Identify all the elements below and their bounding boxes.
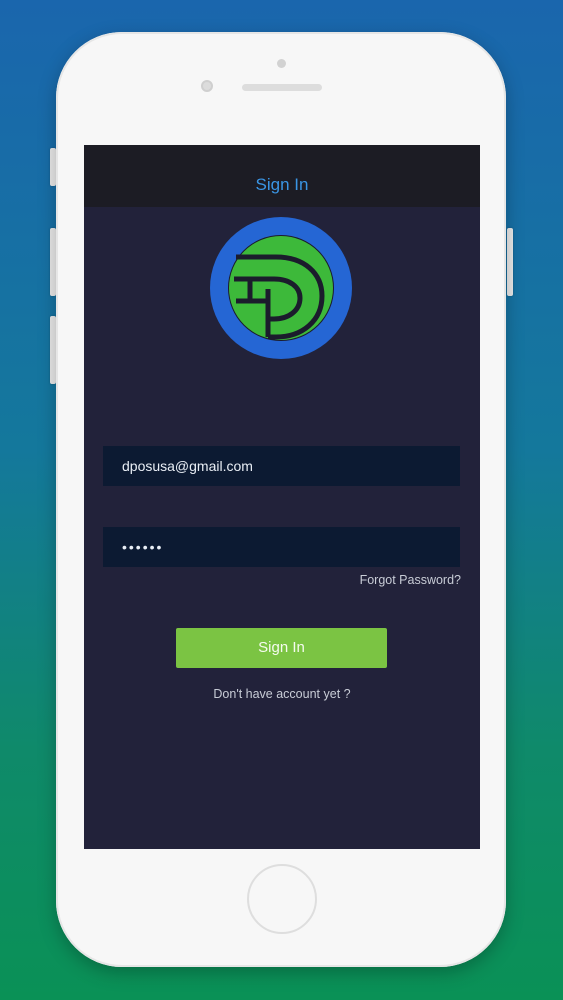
front-camera-icon	[201, 80, 213, 92]
no-account-link[interactable]: Don't have account yet ?	[84, 687, 480, 701]
page-title: Sign In	[255, 175, 309, 194]
power-button	[507, 228, 513, 296]
app-screen: Sign In dposusa@gmail.com •••••• Forgot …	[84, 145, 480, 849]
sign-in-button[interactable]: Sign In	[176, 628, 387, 668]
password-field[interactable]: ••••••	[103, 527, 460, 567]
forgot-password-link[interactable]: Forgot Password?	[360, 573, 461, 587]
proximity-sensor	[277, 59, 286, 68]
phone-frame: Sign In dposusa@gmail.com •••••• Forgot …	[56, 32, 506, 967]
navigation-bar: Sign In	[84, 145, 480, 207]
home-button	[247, 864, 317, 934]
email-field[interactable]: dposusa@gmail.com	[103, 446, 460, 486]
earpiece-speaker	[242, 84, 322, 91]
dpos-logo-icon	[210, 217, 352, 359]
